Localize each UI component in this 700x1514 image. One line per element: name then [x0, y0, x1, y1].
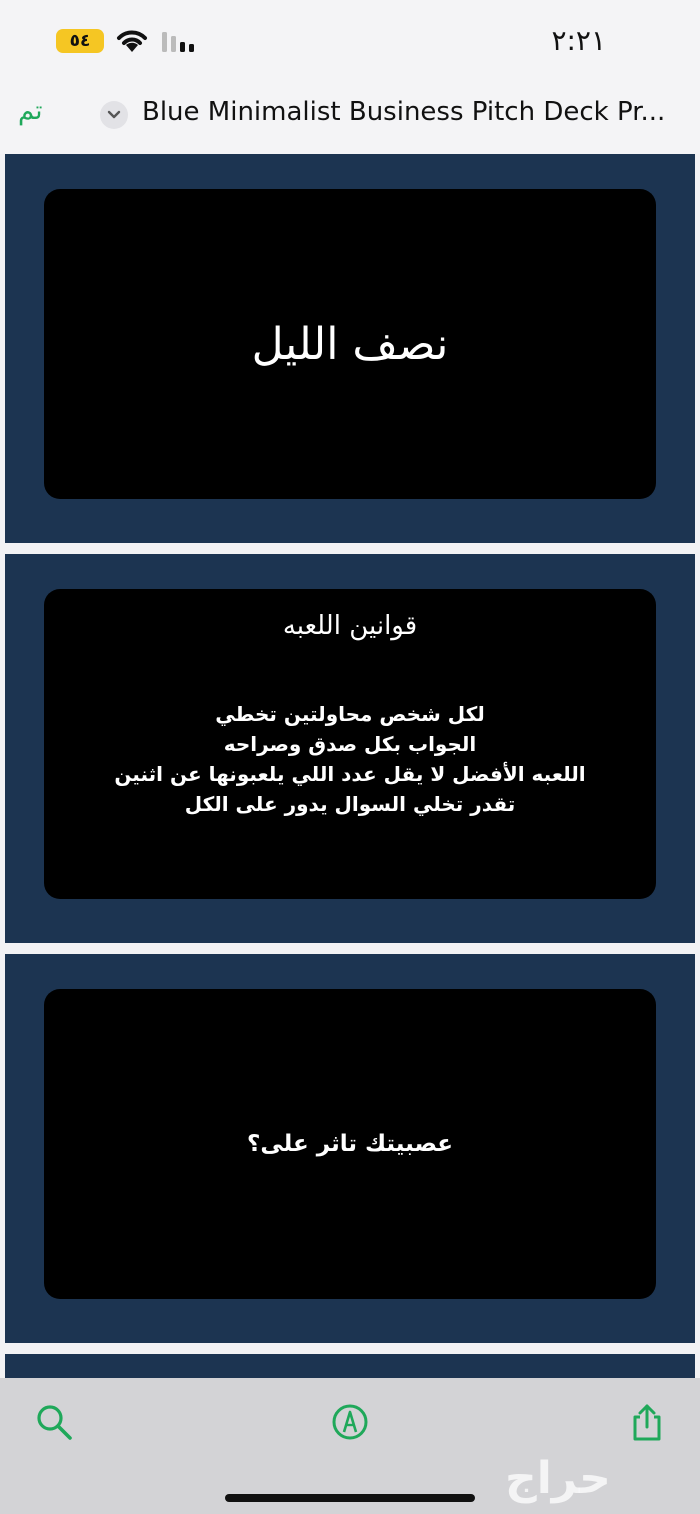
chevron-down-icon	[107, 110, 121, 119]
battery-icon: ٥٤	[56, 29, 104, 53]
battery-level: ٥٤	[69, 31, 91, 51]
slide-card: عصبيتك تاثر على؟	[44, 989, 656, 1299]
slide-question: عصبيتك تاثر على؟	[247, 1131, 453, 1157]
bottom-toolbar: حراج	[0, 1378, 700, 1514]
wifi-icon	[117, 30, 147, 52]
slide-2[interactable]: قوانين اللعبه لكل شخص محاولتين تخطي الجو…	[5, 554, 695, 943]
slide-card: نصف الليل	[44, 189, 656, 499]
rule-item: تقدر تخلي السوال يدور على الكل	[184, 792, 516, 816]
slide-1[interactable]: نصف الليل	[5, 154, 695, 543]
home-indicator[interactable]	[225, 1494, 475, 1502]
rule-item: اللعبه الأفضل لا يقل عدد اللي يلعبونها ع…	[114, 762, 586, 786]
title-menu-button[interactable]	[100, 101, 128, 129]
status-bar: ٥٤ ٢:٢١	[0, 0, 700, 84]
slide-title: نصف الليل	[251, 318, 449, 370]
status-time: ٢:٢١	[551, 24, 606, 57]
rule-item: الجواب بكل صدق وصراحه	[223, 732, 477, 756]
slide-card: قوانين اللعبه لكل شخص محاولتين تخطي الجو…	[44, 589, 656, 899]
rules-heading: قوانين اللعبه	[282, 611, 418, 641]
markup-pen-icon[interactable]	[330, 1402, 370, 1442]
search-icon[interactable]	[34, 1402, 74, 1442]
nav-bar: تم Blue Minimalist Business Pitch Deck P…	[0, 84, 700, 154]
rules-list: لكل شخص محاولتين تخطي الجواب بكل صدق وصر…	[114, 699, 585, 819]
document-title: Blue Minimalist Business Pitch Deck Pr..…	[142, 97, 666, 127]
rule-item: لكل شخص محاولتين تخطي	[215, 702, 485, 726]
done-button[interactable]: تم	[18, 96, 43, 126]
cellular-signal-icon	[162, 32, 194, 52]
watermark: حراج	[505, 1453, 611, 1504]
share-icon[interactable]	[627, 1402, 667, 1442]
slide-3[interactable]: عصبيتك تاثر على؟	[5, 954, 695, 1343]
